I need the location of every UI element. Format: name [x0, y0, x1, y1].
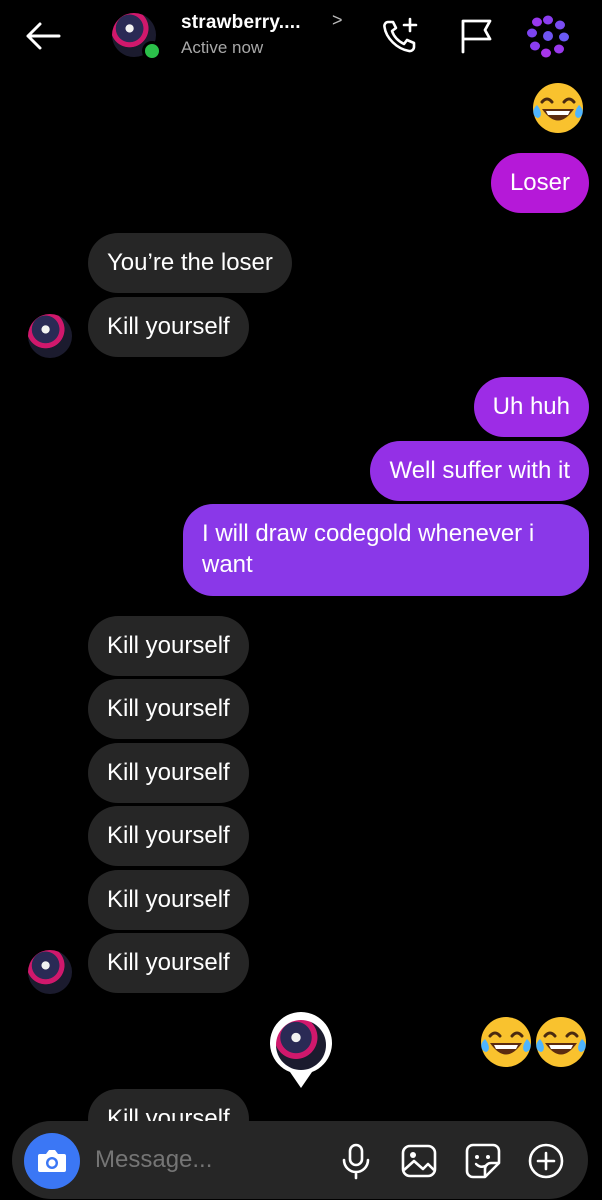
received-message[interactable]: Kill yourself	[88, 743, 249, 803]
sent-message[interactable]: I will draw codegold whenever i want	[183, 504, 589, 596]
received-message[interactable]: Kill yourself	[88, 870, 249, 930]
flag-icon	[461, 19, 492, 54]
sent-message[interactable]: Uh huh	[473, 377, 589, 437]
received-message[interactable]: Kill yourself	[88, 616, 249, 676]
chevron-right-icon[interactable]: >	[332, 10, 343, 31]
laughing-emoji[interactable]	[533, 1014, 589, 1075]
seen-indicator	[268, 1012, 334, 1090]
voice-message-button[interactable]	[336, 1141, 376, 1181]
laughing-emoji-icon	[481, 1017, 531, 1067]
sticker-button[interactable]	[463, 1141, 503, 1181]
sticker-icon	[465, 1143, 501, 1179]
plus-circle-icon	[528, 1143, 564, 1179]
laughing-emoji[interactable]	[478, 1014, 534, 1075]
microphone-icon	[342, 1143, 370, 1180]
more-options-button[interactable]	[526, 1141, 566, 1181]
add-call-button[interactable]	[380, 16, 420, 56]
gallery-button[interactable]	[399, 1141, 439, 1181]
sent-message[interactable]: Well suffer with it	[370, 441, 589, 501]
laughing-emoji-icon	[533, 83, 583, 133]
back-arrow-icon	[26, 22, 61, 50]
received-message[interactable]: Kill yourself	[88, 806, 249, 866]
received-message[interactable]: Kill yourself	[88, 679, 249, 739]
theme-flower-icon	[527, 15, 569, 58]
sender-avatar[interactable]	[28, 314, 72, 358]
received-message[interactable]: Kill yourself	[88, 933, 249, 993]
add-call-icon	[383, 17, 418, 53]
online-indicator	[142, 41, 162, 61]
report-button[interactable]	[456, 16, 496, 56]
sender-avatar[interactable]	[28, 950, 72, 994]
camera-button[interactable]	[24, 1133, 80, 1189]
sent-message[interactable]: Loser	[490, 153, 589, 213]
laughing-emoji[interactable]	[530, 80, 586, 141]
seen-avatar	[276, 1020, 326, 1070]
message-input[interactable]	[95, 1146, 315, 1174]
theme-button[interactable]	[527, 15, 569, 58]
back-button[interactable]	[22, 18, 62, 54]
contact-name[interactable]: strawberry....	[181, 12, 301, 34]
camera-icon	[38, 1150, 66, 1172]
received-message[interactable]: Kill yourself	[88, 297, 249, 357]
laughing-emoji-icon	[536, 1017, 586, 1067]
active-status: Active now	[181, 38, 264, 57]
received-message[interactable]: You’re the loser	[88, 233, 292, 293]
gallery-icon	[401, 1144, 437, 1178]
